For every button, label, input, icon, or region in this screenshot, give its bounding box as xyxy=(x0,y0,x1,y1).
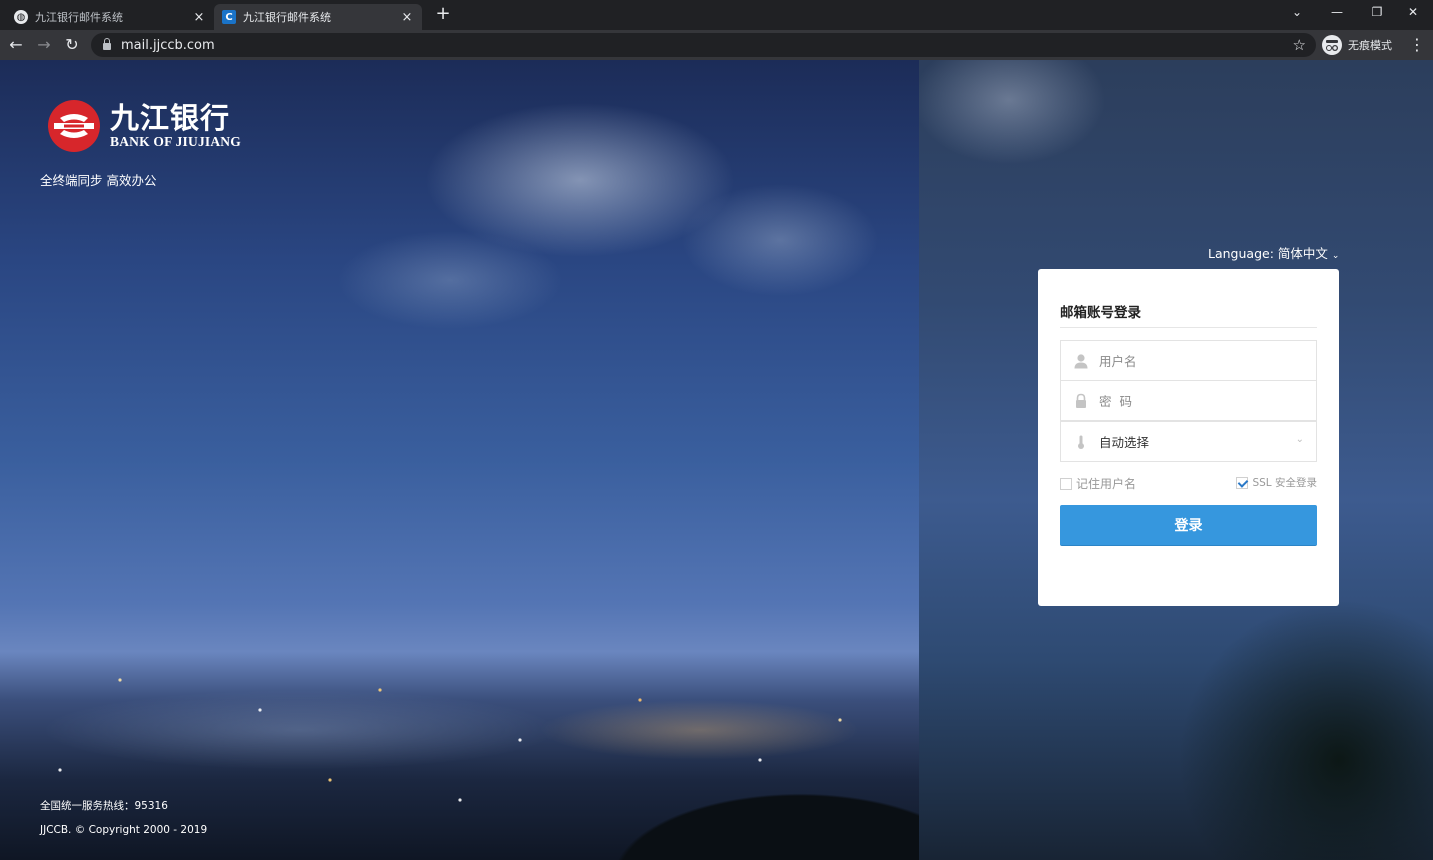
browser-tab-active[interactable]: C 九江银行邮件系统 × xyxy=(214,4,422,30)
browser-tab-strip: ◍ 九江银行邮件系统 × C 九江银行邮件系统 × + ⌄ — ❐ ✕ xyxy=(0,0,1433,30)
minimize-button[interactable]: — xyxy=(1317,2,1357,24)
ssl-label: SSL 安全登录 xyxy=(1252,477,1317,489)
server-select[interactable]: 自动选择 ⌄ xyxy=(1060,421,1317,462)
tab-title: 九江银行邮件系统 xyxy=(35,11,123,24)
browser-menu-icon[interactable]: ⋮ xyxy=(1408,33,1426,57)
tab-close-icon[interactable]: × xyxy=(400,10,414,25)
bookmark-star-icon[interactable]: ☆ xyxy=(1293,33,1306,57)
tab-title: 九江银行邮件系统 xyxy=(243,11,331,24)
login-button[interactable]: 登录 xyxy=(1060,505,1317,546)
c-favicon-icon: C xyxy=(222,10,236,24)
chevron-down-icon: ⌄ xyxy=(1295,434,1304,445)
incognito-icon xyxy=(1322,35,1342,55)
new-tab-button[interactable]: + xyxy=(432,4,454,26)
bank-name: 九江银行 BANK OF JIUJIANG xyxy=(110,102,241,150)
incognito-indicator[interactable]: 无痕模式 xyxy=(1322,33,1392,57)
service-hotline: 全国统一服务热线：95316 xyxy=(40,800,168,812)
remember-username-option[interactable]: 记住用户名 xyxy=(1060,475,1136,492)
username-placeholder: 用户名 xyxy=(1099,354,1137,369)
back-button[interactable]: ← xyxy=(4,33,28,57)
url-text[interactable]: mail.jjccb.com xyxy=(121,38,215,53)
copyright: JJCCB. © Copyright 2000 - 2019 xyxy=(40,824,208,836)
language-selector[interactable]: Language: 简体中文 ⌄ xyxy=(1208,243,1339,262)
ssl-login-option[interactable]: SSL 安全登录 xyxy=(1236,475,1317,490)
login-page: 九江银行 BANK OF JIUJIANG 全终端同步 高效办公 全国统一服务热… xyxy=(0,60,1433,860)
tab-search-chevron-icon[interactable]: ⌄ xyxy=(1277,2,1317,24)
bank-logo: 九江银行 BANK OF JIUJIANG xyxy=(46,98,241,154)
remember-label: 记住用户名 xyxy=(1076,477,1137,491)
server-select-value: 自动选择 xyxy=(1099,435,1150,450)
tab-close-icon[interactable]: × xyxy=(192,10,206,25)
password-placeholder: 密 码 xyxy=(1099,394,1132,409)
window-close-button[interactable]: ✕ xyxy=(1393,2,1433,24)
ssl-checkbox[interactable] xyxy=(1236,476,1249,489)
divider xyxy=(1060,327,1317,328)
chevron-down-icon: ⌄ xyxy=(1331,251,1340,261)
lock-icon xyxy=(1076,393,1086,408)
address-bar[interactable]: mail.jjccb.com ☆ xyxy=(91,33,1316,57)
login-title: 邮箱账号登录 xyxy=(1060,305,1141,321)
restore-button[interactable]: ❐ xyxy=(1357,2,1397,24)
username-field[interactable]: 用户名 xyxy=(1060,340,1317,381)
bank-name-cn: 九江银行 xyxy=(110,101,231,135)
language-label: Language: 简体中文 xyxy=(1208,246,1328,261)
browser-toolbar: ← → ↻ mail.jjccb.com ☆ 无痕模式 ⋮ xyxy=(0,30,1433,60)
lock-icon[interactable] xyxy=(103,38,111,50)
forward-button[interactable]: → xyxy=(32,33,56,57)
bank-name-en: BANK OF JIUJIANG xyxy=(110,134,241,149)
reload-button[interactable]: ↻ xyxy=(60,33,84,57)
incognito-label: 无痕模式 xyxy=(1348,39,1392,52)
user-icon xyxy=(1074,353,1088,368)
bank-logo-mark-icon xyxy=(48,100,100,152)
browser-tab[interactable]: ◍ 九江银行邮件系统 × xyxy=(6,4,214,30)
remember-checkbox[interactable] xyxy=(1060,477,1072,490)
slogan: 全终端同步 高效办公 xyxy=(40,173,157,188)
foreground-trees-decoration xyxy=(540,750,919,860)
password-field[interactable]: 密 码 xyxy=(1060,380,1317,421)
globe-icon: ◍ xyxy=(14,10,28,24)
login-card: 邮箱账号登录 用户名 密 码 自动选择 ⌄ 记住用户名 SSL 安全登录 登录 xyxy=(1038,269,1339,606)
thermometer-icon xyxy=(1078,435,1084,449)
